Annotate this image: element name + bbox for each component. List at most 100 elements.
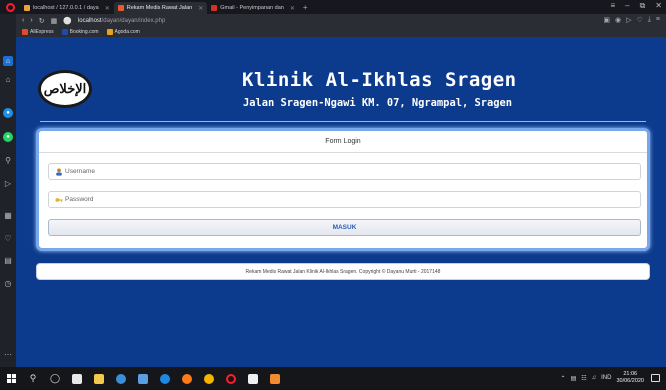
vpn-icon[interactable]: ◉ <box>615 16 621 24</box>
clinic-title: Klinik Al-Ikhlas Sragen <box>242 69 517 91</box>
volume-icon[interactable]: ♫ <box>592 375 597 381</box>
site-header: الإخلاص Klinik Al-Ikhlas Sragen Jalan Sr… <box>34 67 646 125</box>
login-panel: Form Login MASUK <box>36 128 650 251</box>
close-window-icon[interactable]: ✕ <box>655 1 662 11</box>
heart-icon[interactable]: ♡ <box>637 16 643 24</box>
easy-setup-icon[interactable]: ≡ <box>656 16 660 24</box>
new-tab-button[interactable]: + <box>299 3 312 12</box>
forward-icon[interactable]: › <box>30 17 32 24</box>
notification-icon[interactable] <box>651 374 660 382</box>
home-icon[interactable]: ⌂ <box>3 56 13 66</box>
menu-icon[interactable]: ≡ <box>610 1 615 11</box>
key-icon <box>55 197 63 202</box>
web-page: الإخلاص Klinik Al-Ikhlas Sragen Jalan Sr… <box>16 37 666 367</box>
site-info-icon[interactable]: ⚪ <box>63 17 72 25</box>
file-explorer-icon[interactable] <box>88 367 110 390</box>
opera-icon[interactable] <box>220 367 242 390</box>
app-icon[interactable] <box>242 367 264 390</box>
agoda-icon <box>106 29 113 35</box>
search-icon[interactable]: ⚲ <box>22 367 44 390</box>
camera-icon[interactable]: ▣ <box>603 16 610 24</box>
bookmark-booking[interactable]: Booking.com <box>61 29 99 35</box>
tab-gmail[interactable]: Gmail - Penyimpanan dan ✕ <box>207 2 299 14</box>
player-icon[interactable]: ▷ <box>3 178 13 188</box>
gmail-favicon-icon <box>211 5 218 11</box>
password-input[interactable] <box>65 196 585 203</box>
task-view-icon[interactable]: ◯ <box>44 367 66 390</box>
search-icon[interactable]: ⚲ <box>3 155 13 165</box>
bookmark-label: Booking.com <box>69 29 99 35</box>
heart-icon[interactable]: ♡ <box>3 233 13 243</box>
booking-icon <box>61 29 68 35</box>
username-field[interactable] <box>48 163 641 180</box>
opera-sidebar: ⌂ ⌂ ● ● ⚲ ▷ ▦ ♡ ▤ ◷ ⋯ <box>0 14 16 367</box>
download-icon[interactable]: ⤓ <box>648 16 651 24</box>
tab-rekam-medis[interactable]: Rekam Medis Rawat Jalan ✕ <box>113 2 208 14</box>
whatsapp-icon[interactable]: ● <box>3 132 13 142</box>
tab-label: Rekam Medis Rawat Jalan <box>126 5 193 11</box>
logo-text: الإخلاص <box>43 81 87 97</box>
tabs-grid-icon[interactable]: ▦ <box>51 17 58 25</box>
aliexpress-icon <box>22 29 28 35</box>
window-controls: ≡ – ⧉ ✕ <box>610 1 662 11</box>
clock-icon[interactable]: ◷ <box>3 278 13 288</box>
address-bar-actions: ▣ ◉ ▷ ♡ ⤓ ≡ <box>603 16 660 24</box>
app-icon[interactable] <box>132 367 154 390</box>
app-icon[interactable] <box>110 367 132 390</box>
battery-icon[interactable]: ▤ <box>571 375 577 382</box>
clock-time: 21:06 <box>623 371 638 377</box>
login-heading: Form Login <box>39 131 647 153</box>
chrome-icon[interactable] <box>198 367 220 390</box>
user-icon <box>56 168 62 176</box>
phpmyadmin-favicon-icon <box>24 5 30 11</box>
workspaces-icon[interactable]: ▦ <box>3 210 13 220</box>
tab-label: Gmail - Penyimpanan dan <box>220 5 284 11</box>
language-indicator[interactable]: IND <box>601 375 611 381</box>
windows-start-icon[interactable] <box>0 367 22 390</box>
username-input[interactable] <box>65 168 585 175</box>
more-icon[interactable]: ⋯ <box>3 349 13 359</box>
bookmarks-bar: AliExpress Booking.com Agoda.com <box>16 27 666 37</box>
history-icon[interactable]: ▤ <box>3 255 13 265</box>
browser-tab-bar: localhost / 127.0.0.1 / daya ✕ Rekam Med… <box>0 0 666 14</box>
edge-icon[interactable] <box>154 367 176 390</box>
bookmark-label: Agoda.com <box>114 29 140 35</box>
url-field[interactable]: localhost/dayan/dayan/index.php <box>78 18 165 24</box>
tab-label: localhost / 127.0.0.1 / daya <box>33 5 99 11</box>
address-bar: ‹ › ↻ ▦ ⚪ localhost/dayan/dayan/index.ph… <box>16 14 666 27</box>
close-tab-icon[interactable]: ✕ <box>105 5 110 12</box>
bookmark-aliexpress[interactable]: AliExpress <box>22 29 54 35</box>
clinic-address: Jalan Sragen-Ngawi KM. 07, Ngrampal, Sra… <box>243 97 512 109</box>
app-icon[interactable] <box>66 367 88 390</box>
back-icon[interactable]: ‹ <box>22 17 24 24</box>
header-divider <box>40 121 646 122</box>
close-tab-icon[interactable]: ✕ <box>290 5 295 12</box>
system-tray: ⌃ ▤ ☷ ♫ IND 21:06 30/06/2020 <box>561 371 644 385</box>
page-footer: Rekam Medis Rawat Jalan Klinik Al-Ikhlas… <box>36 263 650 280</box>
clock-date: 30/06/2020 <box>616 378 644 384</box>
play-icon[interactable]: ▷ <box>626 16 631 24</box>
reload-icon[interactable]: ↻ <box>39 17 45 25</box>
windows-taskbar: ⚲ ◯ ⌃ ▤ ☷ ♫ IND 21:06 30/06/2020 <box>0 367 666 390</box>
masuk-button[interactable]: MASUK <box>48 219 641 236</box>
tray-chevron-icon[interactable]: ⌃ <box>561 375 566 382</box>
firefox-icon[interactable] <box>176 367 198 390</box>
messenger-icon[interactable]: ● <box>3 108 13 118</box>
app-icon[interactable] <box>264 367 286 390</box>
minimize-icon[interactable]: – <box>625 1 629 11</box>
tab-phpmyadmin[interactable]: localhost / 127.0.0.1 / daya ✕ <box>20 2 114 14</box>
url-path: /dayan/dayan/index.php <box>101 17 166 24</box>
clock[interactable]: 21:06 30/06/2020 <box>616 371 644 385</box>
restore-icon[interactable]: ⧉ <box>640 1 646 11</box>
screen: localhost / 127.0.0.1 / daya ✕ Rekam Med… <box>0 0 666 390</box>
opera-menu-icon[interactable] <box>0 0 20 14</box>
password-field[interactable] <box>48 191 641 208</box>
site-favicon-icon <box>117 5 124 11</box>
url-host: localhost <box>77 17 102 24</box>
speed-dial-icon[interactable]: ⌂ <box>3 74 13 84</box>
close-tab-icon[interactable]: ✕ <box>198 5 203 12</box>
bookmark-agoda[interactable]: Agoda.com <box>106 29 140 35</box>
bookmark-label: AliExpress <box>30 29 54 35</box>
clinic-logo: الإخلاص <box>38 70 92 108</box>
network-icon[interactable]: ☷ <box>581 375 586 382</box>
